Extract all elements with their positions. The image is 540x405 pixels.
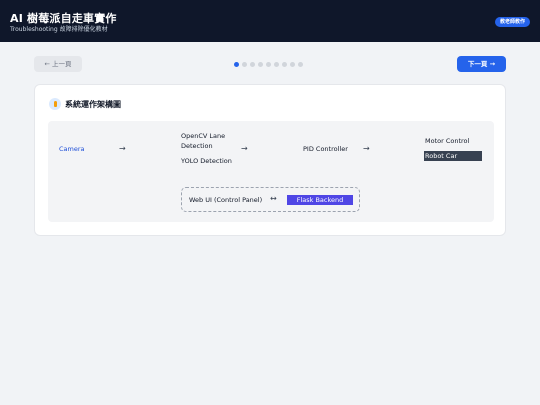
node-pid: PID Controller <box>303 145 348 153</box>
node-web-ui: Web UI (Control Panel) <box>189 196 263 204</box>
page-dot[interactable] <box>282 62 287 67</box>
architecture-diagram: Camera → OpenCV Lane Detection YOLO Dete… <box>48 121 494 222</box>
lightbulb-icon <box>49 98 61 110</box>
page-dot[interactable] <box>298 62 303 67</box>
app-header: AI 樹莓派自走車實作 Troubleshooting 故障排除優化教材 教老師… <box>0 0 540 42</box>
control-group: Web UI (Control Panel) ↔ Flask Backend <box>181 187 360 212</box>
teacher-button[interactable]: 教老師教作 <box>494 17 530 27</box>
node-robot-car: Robot Car <box>424 151 482 161</box>
prev-page-button[interactable]: ← 上一頁 <box>34 56 82 72</box>
page-dot[interactable] <box>242 62 247 67</box>
node-motor: Motor Control <box>425 137 470 145</box>
content-card: 系統運作架構圖 Camera → OpenCV Lane Detection Y… <box>34 84 506 236</box>
node-opencv-line1: OpenCV Lane <box>181 132 226 140</box>
app-subtitle: Troubleshooting 故障排除優化教材 <box>10 26 108 33</box>
section-title: 系統運作架構圖 <box>65 100 121 109</box>
page-dot[interactable] <box>290 62 295 67</box>
page-dot[interactable] <box>274 62 279 67</box>
page-indicator <box>234 62 303 67</box>
page-dot[interactable] <box>266 62 271 67</box>
next-page-button[interactable]: 下一頁 → <box>457 56 506 72</box>
arrow-icon: → <box>241 144 248 153</box>
page-dot[interactable] <box>250 62 255 67</box>
arrow-icon: → <box>363 144 370 153</box>
arrow-icon: → <box>119 144 126 153</box>
node-camera: Camera <box>59 145 85 153</box>
node-yolo: YOLO Detection <box>181 157 232 165</box>
bidirectional-arrow-icon: ↔ <box>270 194 277 203</box>
node-flask-backend: Flask Backend <box>287 195 353 205</box>
node-opencv-line2: Detection <box>181 142 213 150</box>
page-dot[interactable] <box>234 62 239 67</box>
page-dot[interactable] <box>258 62 263 67</box>
